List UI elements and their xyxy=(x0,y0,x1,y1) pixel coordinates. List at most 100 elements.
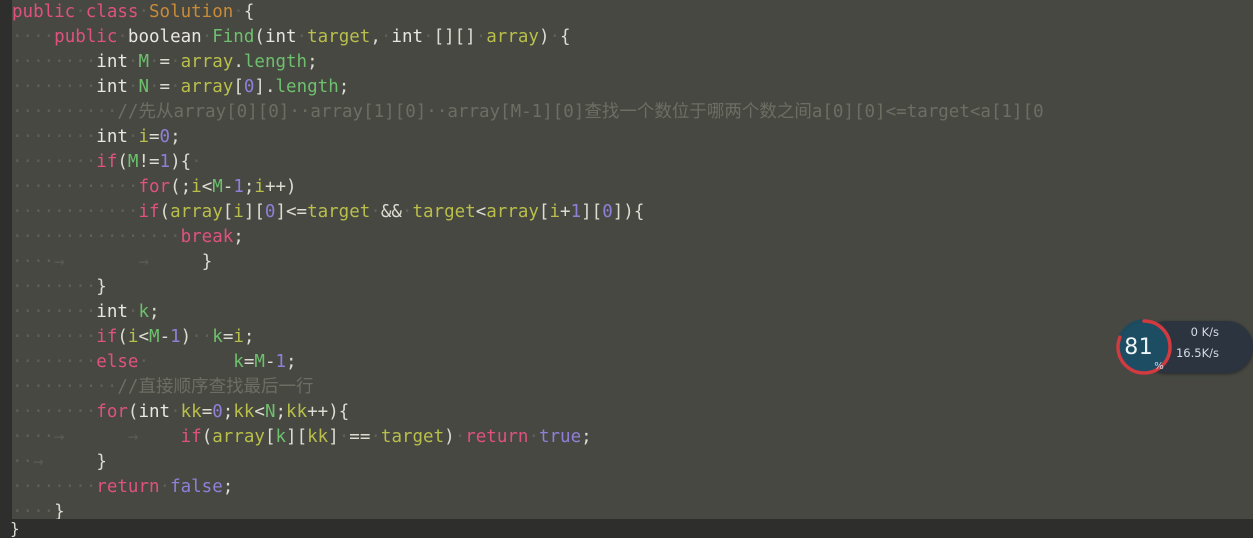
code-token-ws: ········ xyxy=(12,77,97,97)
code-line[interactable]: ········for(int·kk=0;kk<N;kk++){ xyxy=(0,400,1253,425)
code-token-punc: ; xyxy=(275,402,287,422)
code-line[interactable]: ········if(M!=1){· xyxy=(0,150,1253,175)
code-token-punc: ; xyxy=(243,327,255,347)
code-token-ws: ·· xyxy=(75,52,97,72)
bottom-editor-pane[interactable]: } xyxy=(0,519,1253,538)
code-token-punc: == xyxy=(349,427,371,447)
code-token-punc: [ xyxy=(233,77,244,97)
code-token-punc: } xyxy=(54,502,65,519)
code-token-punc: ; xyxy=(243,177,255,197)
code-token-ident: M xyxy=(149,327,160,347)
code-token-tabarrow: → xyxy=(138,252,150,272)
code-token-punc: < xyxy=(201,177,213,197)
code-token-type: int xyxy=(96,127,128,147)
code-token-kw: for xyxy=(96,402,128,422)
code-token-ws: · xyxy=(233,2,244,22)
code-token-punc: ( xyxy=(159,202,171,222)
code-line[interactable]: ········if(i<M-1)··k=i; xyxy=(0,325,1253,350)
code-token-punc: ; xyxy=(581,427,592,447)
code-token-ws: · xyxy=(170,77,181,97)
code-token-punc: ; xyxy=(307,52,318,72)
code-token-punc: ) xyxy=(538,27,550,47)
code-line[interactable]: public·class·Solution·{ xyxy=(0,0,1253,25)
code-token-punc: ++) xyxy=(307,402,339,422)
code-token-punc: { xyxy=(243,2,255,22)
code-token-ident: length xyxy=(243,52,308,72)
code-token-ws: ········ xyxy=(12,277,97,297)
code-token-punc: ] xyxy=(254,77,265,97)
code-line[interactable]: } xyxy=(0,519,1253,538)
code-token-punc: , xyxy=(370,27,381,47)
code-line[interactable]: ········else· k=M-1; xyxy=(0,350,1253,375)
code-token-ws: ········ xyxy=(12,402,97,422)
code-token-punc: ++) xyxy=(264,177,297,197)
editor-window: public·class·Solution·{····public·boolea… xyxy=(0,0,1253,538)
code-token-ws: ········ xyxy=(12,352,97,372)
code-line[interactable]: ··········//直接顺序查找最后一行 xyxy=(0,375,1253,400)
code-token-punc: ; xyxy=(338,77,350,97)
cpu-usage-dial[interactable] xyxy=(1113,316,1175,378)
code-token-ident: k xyxy=(233,352,244,372)
code-token-var: i xyxy=(191,177,202,197)
network-monitor-widget[interactable]: ↑ 0 K/s ↓ 16.5K/s 81 % xyxy=(1113,316,1253,378)
code-token-ws: ········ xyxy=(12,152,97,172)
code-token-ws: · xyxy=(127,77,139,97)
code-token-var: target xyxy=(412,202,476,222)
code-token-punc: ; xyxy=(222,402,234,422)
code-line[interactable]: ··········//先从array[0][0]··array[1][0]··… xyxy=(0,100,1253,125)
code-line[interactable]: ········} xyxy=(0,275,1253,300)
code-token-ws: ···· xyxy=(12,27,55,47)
code-token-punc: ) xyxy=(180,327,192,347)
code-token-tabarrow: → xyxy=(54,252,65,272)
code-token-ws: · xyxy=(127,52,139,72)
code-token-num: 0 xyxy=(212,402,223,422)
code-token-punc: - xyxy=(264,352,276,372)
code-token-kw: if xyxy=(96,327,118,347)
code-editor-area[interactable]: public·class·Solution·{····public·boolea… xyxy=(0,0,1253,519)
code-token-ws: · xyxy=(370,202,381,222)
code-line[interactable]: ········int·M·=·array.length; xyxy=(0,50,1253,75)
code-line[interactable]: ········int·N·=·array[0].length; xyxy=(0,75,1253,100)
code-token-num: 1 xyxy=(275,352,287,372)
code-line[interactable]: ····} xyxy=(0,500,1253,519)
code-token-cls: Solution xyxy=(149,2,234,22)
code-token-ws: · xyxy=(454,427,466,447)
code-line[interactable]: ········int·i=0; xyxy=(0,125,1253,150)
code-line[interactable]: ··→ } xyxy=(0,450,1253,475)
code-token-var: i xyxy=(549,202,561,222)
code-token-type: boolean xyxy=(127,27,202,47)
code-token-var: i xyxy=(127,327,139,347)
code-token-punc: = xyxy=(159,52,171,72)
code-line[interactable]: ····→ → if(array[k][kk]·==·target)·retur… xyxy=(0,425,1253,450)
code-line[interactable]: ········return·false; xyxy=(0,475,1253,500)
code-line[interactable]: ············if(array[i][0]<=target·&&·ta… xyxy=(0,200,1253,225)
code-token-ident: M xyxy=(127,152,139,172)
code-token-type: int xyxy=(96,77,128,97)
code-line[interactable]: ················break; xyxy=(0,225,1253,250)
code-token-ident: Find xyxy=(212,27,255,47)
code-token-punc: } xyxy=(96,277,107,297)
code-token-punc: ( xyxy=(127,402,139,422)
code-token-punc: && xyxy=(380,202,402,222)
download-speed-value: 16.5K/s xyxy=(1175,345,1219,360)
code-token-comment: //直接顺序查找最后一行 xyxy=(117,377,314,397)
code-line[interactable]: ····public·boolean·Find(int·target,·int·… xyxy=(0,25,1253,50)
code-token-var: array xyxy=(212,427,265,447)
code-token-ws: · xyxy=(423,27,434,47)
code-line[interactable]: ········int·k; xyxy=(0,300,1253,325)
code-token-punc: ( xyxy=(201,427,213,447)
code-token-punc: - xyxy=(159,327,171,347)
code-token-kw: return xyxy=(465,427,529,447)
code-token-ws xyxy=(65,427,128,447)
code-token-kw: if xyxy=(138,202,160,222)
code-token-ident: length xyxy=(275,77,339,97)
code-token-ws: ········ xyxy=(12,127,97,147)
code-line[interactable]: ············for(;i<M-1;i++) xyxy=(0,175,1253,200)
code-token-ws xyxy=(149,252,202,272)
code-token-ws: · xyxy=(170,402,181,422)
code-token-ws: ·· xyxy=(96,102,118,122)
code-token-num: 1 xyxy=(233,177,244,197)
code-token-punc: } xyxy=(201,252,213,272)
code-line[interactable]: ····→ → } xyxy=(0,250,1253,275)
code-token-punc: [][] xyxy=(433,27,476,47)
